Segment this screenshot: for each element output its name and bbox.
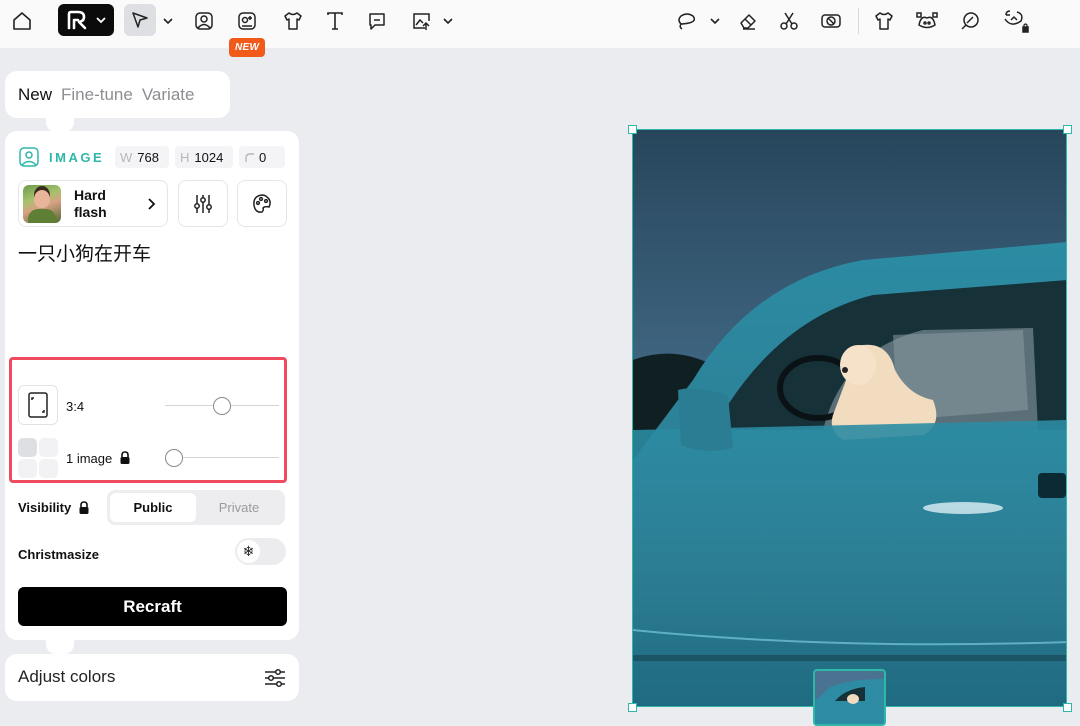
resize-handle-bottom-left[interactable]	[628, 703, 637, 712]
prompt-text[interactable]: 一只小狗在开车	[18, 239, 151, 266]
tab-new[interactable]: New	[18, 85, 52, 105]
toolbar-divider	[858, 8, 859, 34]
resize-handle-top-right[interactable]	[1063, 125, 1072, 134]
adjust-sliders-icon	[265, 668, 285, 688]
new-badge: NEW	[229, 38, 266, 57]
visibility-toggle: Public Private	[107, 490, 285, 525]
image-type-row: IMAGE	[18, 145, 104, 169]
scissors-icon[interactable]	[777, 6, 801, 36]
vectorize-icon[interactable]	[914, 6, 940, 36]
image-tool-icon[interactable]	[192, 6, 216, 36]
pointer-tool-button[interactable]	[124, 4, 156, 36]
height-key: H	[180, 149, 190, 165]
logo-menu-button[interactable]	[58, 4, 114, 36]
thumbnail-preview	[815, 671, 884, 724]
image-count-track[interactable]	[181, 457, 279, 458]
image-count-slider-thumb[interactable]	[165, 449, 183, 467]
sliders-icon	[194, 194, 212, 213]
visibility-private-option[interactable]: Private	[196, 493, 282, 522]
panel-connector	[46, 118, 74, 132]
aspect-ratio-icon	[28, 392, 48, 418]
chevron-down-icon	[443, 18, 453, 25]
image-count-icon[interactable]	[18, 438, 58, 478]
dog-driving-car-image	[633, 130, 1066, 706]
export-dropdown[interactable]	[440, 6, 456, 36]
chevron-down-icon	[163, 18, 173, 25]
height-value: 1024	[194, 149, 224, 165]
visibility-label: Visibility	[18, 500, 72, 515]
visibility-row-label: Visibility	[18, 500, 90, 515]
tshirt-icon[interactable]	[281, 6, 305, 36]
export-icon[interactable]	[409, 6, 435, 36]
generated-image[interactable]	[632, 129, 1067, 707]
tab-variate[interactable]: Variate	[142, 85, 195, 105]
style-selector[interactable]: Hard flash	[18, 180, 168, 227]
lock-icon	[79, 500, 89, 514]
variations-icon[interactable]	[958, 6, 982, 36]
panel-connector-bottom	[46, 640, 74, 654]
pointer-icon	[132, 12, 148, 28]
resize-handle-bottom-right[interactable]	[1063, 703, 1072, 712]
comment-icon[interactable]	[365, 6, 389, 36]
tab-fine-tune[interactable]: Fine-tune	[61, 85, 133, 105]
palette-icon	[253, 193, 271, 213]
height-field[interactable]: H 1024	[175, 146, 233, 168]
mockup-icon[interactable]	[872, 6, 896, 36]
lasso-dropdown[interactable]	[707, 6, 723, 36]
pointer-dropdown[interactable]	[160, 6, 176, 36]
remove-bg-icon[interactable]	[818, 6, 844, 36]
settings-sliders-button[interactable]	[178, 180, 228, 227]
chevron-down-icon	[710, 18, 720, 25]
image-thumbnail[interactable]	[813, 669, 886, 726]
aspect-ratio-button[interactable]	[18, 385, 58, 425]
generation-panel: IMAGE W 768 H 1024 0 Hard flash 一只小狗在开车 …	[5, 131, 299, 640]
aspect-ratio-label: 3:4	[66, 399, 85, 414]
upscale-icon[interactable]	[1000, 6, 1030, 36]
recraft-button[interactable]: Recraft	[18, 587, 287, 626]
style-name: Hard flash	[74, 186, 107, 220]
lock-icon	[120, 451, 130, 464]
christmasize-label: Christmasize	[18, 547, 99, 562]
width-key: W	[120, 149, 133, 165]
text-icon[interactable]	[323, 6, 347, 36]
visibility-public-option[interactable]: Public	[110, 493, 196, 522]
eraser-icon[interactable]	[736, 6, 760, 36]
chevron-right-icon	[148, 197, 156, 210]
christmasize-toggle[interactable]: ❄	[235, 538, 286, 565]
aspect-ratio-slider-thumb[interactable]	[213, 397, 231, 415]
color-palette-button[interactable]	[237, 180, 287, 227]
logo-icon	[67, 10, 87, 30]
lasso-icon[interactable]	[674, 6, 700, 36]
style-thumbnail	[23, 184, 61, 223]
adjust-colors-panel[interactable]: Adjust colors	[5, 654, 299, 701]
width-value: 768	[137, 149, 159, 165]
top-toolbar: NEW	[0, 0, 1080, 57]
image-type-label: IMAGE	[49, 149, 105, 165]
corner-radius-value: 0	[259, 149, 267, 165]
corner-radius-icon	[245, 153, 254, 162]
resize-handle-top-left[interactable]	[628, 125, 637, 134]
chevron-down-icon	[96, 17, 106, 24]
corner-radius-field[interactable]: 0	[239, 146, 285, 168]
mode-tabs: New Fine-tune Variate	[5, 71, 230, 118]
snowflake-icon: ❄	[237, 540, 260, 563]
vector-tool-icon[interactable]	[235, 6, 259, 36]
image-count-label: 1 image	[66, 451, 113, 466]
home-icon[interactable]	[9, 6, 35, 36]
width-field[interactable]: W 768	[115, 146, 169, 168]
image-icon	[19, 147, 39, 167]
adjust-colors-label: Adjust colors	[18, 667, 116, 686]
